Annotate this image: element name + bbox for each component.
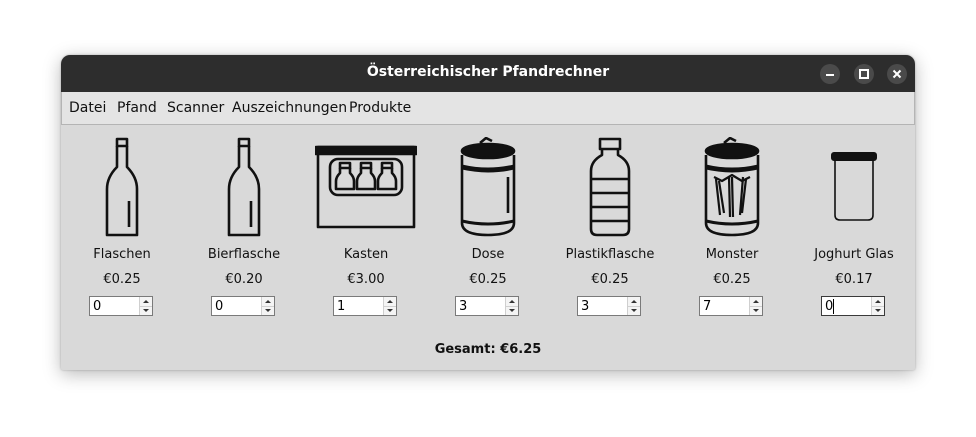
decrement-arrow-icon[interactable]	[506, 306, 518, 315]
close-button[interactable]	[887, 64, 907, 84]
item-name: Bierflasche	[207, 247, 281, 262]
item-price: €0.25	[713, 272, 751, 287]
item-bierflasche: Bierflasche €0.20 0	[183, 133, 305, 323]
window-title: Österreichischer Pfandrechner	[366, 64, 610, 80]
menu-pfand[interactable]: Pfand	[117, 100, 157, 116]
quantity-value[interactable]: 0	[93, 299, 101, 314]
item-name: Joghurt Glas	[814, 247, 894, 262]
quantity-stepper[interactable]: 7	[699, 296, 763, 316]
total-label: Gesamt: €6.25	[434, 342, 542, 357]
item-price: €0.20	[225, 272, 263, 287]
crate-icon	[315, 145, 417, 229]
minimize-icon	[826, 74, 834, 76]
decrement-arrow-icon[interactable]	[262, 306, 274, 315]
menu-datei[interactable]: Datei	[69, 100, 106, 116]
decrement-arrow-icon[interactable]	[628, 306, 640, 315]
maximize-button[interactable]	[854, 64, 874, 84]
item-price: €3.00	[347, 272, 385, 287]
quantity-stepper[interactable]: 1	[333, 296, 397, 316]
decrement-arrow-icon[interactable]	[140, 306, 152, 315]
item-name: Kasten	[343, 247, 389, 262]
plastic-bottle-icon	[589, 137, 631, 237]
item-price: €0.25	[103, 272, 141, 287]
item-name: Plastikflasche	[565, 247, 655, 262]
wine-bottle-icon	[105, 137, 139, 237]
quantity-stepper[interactable]: 3	[455, 296, 519, 316]
item-name: Flaschen	[93, 247, 151, 262]
item-monster: Monster €0.25 7	[671, 133, 793, 323]
quantity-stepper[interactable]: 0	[89, 296, 153, 316]
quantity-value[interactable]: 0	[215, 299, 223, 314]
jar-icon	[831, 152, 877, 221]
menu-scanner[interactable]: Scanner	[167, 100, 224, 116]
close-icon	[892, 69, 902, 79]
menu-bar: Datei Pfand Scanner Auszeichnungen Produ…	[61, 92, 915, 125]
menu-auszeichnungen[interactable]: Auszeichnungen	[232, 100, 347, 116]
quantity-value[interactable]: 3	[581, 299, 589, 314]
decrement-arrow-icon[interactable]	[384, 306, 396, 315]
menu-produkte[interactable]: Produkte	[349, 100, 411, 116]
minimize-button[interactable]	[820, 64, 840, 84]
item-name: Monster	[705, 247, 759, 262]
item-plastikflasche: Plastikflasche €0.25 3	[549, 133, 671, 323]
quantity-value[interactable]: 1	[337, 299, 345, 314]
can-icon	[460, 137, 516, 237]
text-cursor	[833, 299, 834, 314]
item-kasten: Kasten €3.00 1	[305, 133, 427, 323]
item-price: €0.25	[469, 272, 507, 287]
quantity-stepper[interactable]: 0	[821, 296, 885, 316]
quantity-stepper[interactable]: 0	[211, 296, 275, 316]
quantity-value[interactable]: 7	[703, 299, 711, 314]
item-name: Dose	[471, 247, 505, 262]
monster-can-icon	[704, 137, 760, 237]
maximize-icon	[859, 69, 869, 79]
quantity-value[interactable]: 3	[459, 299, 467, 314]
decrement-arrow-icon[interactable]	[750, 306, 762, 315]
quantity-stepper[interactable]: 3	[577, 296, 641, 316]
item-price: €0.25	[591, 272, 629, 287]
item-price: €0.17	[835, 272, 873, 287]
item-flaschen: Flaschen €0.25 0	[61, 133, 183, 323]
decrement-arrow-icon[interactable]	[872, 306, 884, 315]
app-window: Österreichischer Pfandrechner Datei Pfan…	[61, 55, 915, 370]
beer-bottle-icon	[227, 137, 261, 237]
item-joghurt-glas: Joghurt Glas €0.17 0	[793, 133, 915, 323]
title-bar[interactable]: Österreichischer Pfandrechner	[61, 55, 915, 92]
item-dose: Dose €0.25 3	[427, 133, 549, 323]
